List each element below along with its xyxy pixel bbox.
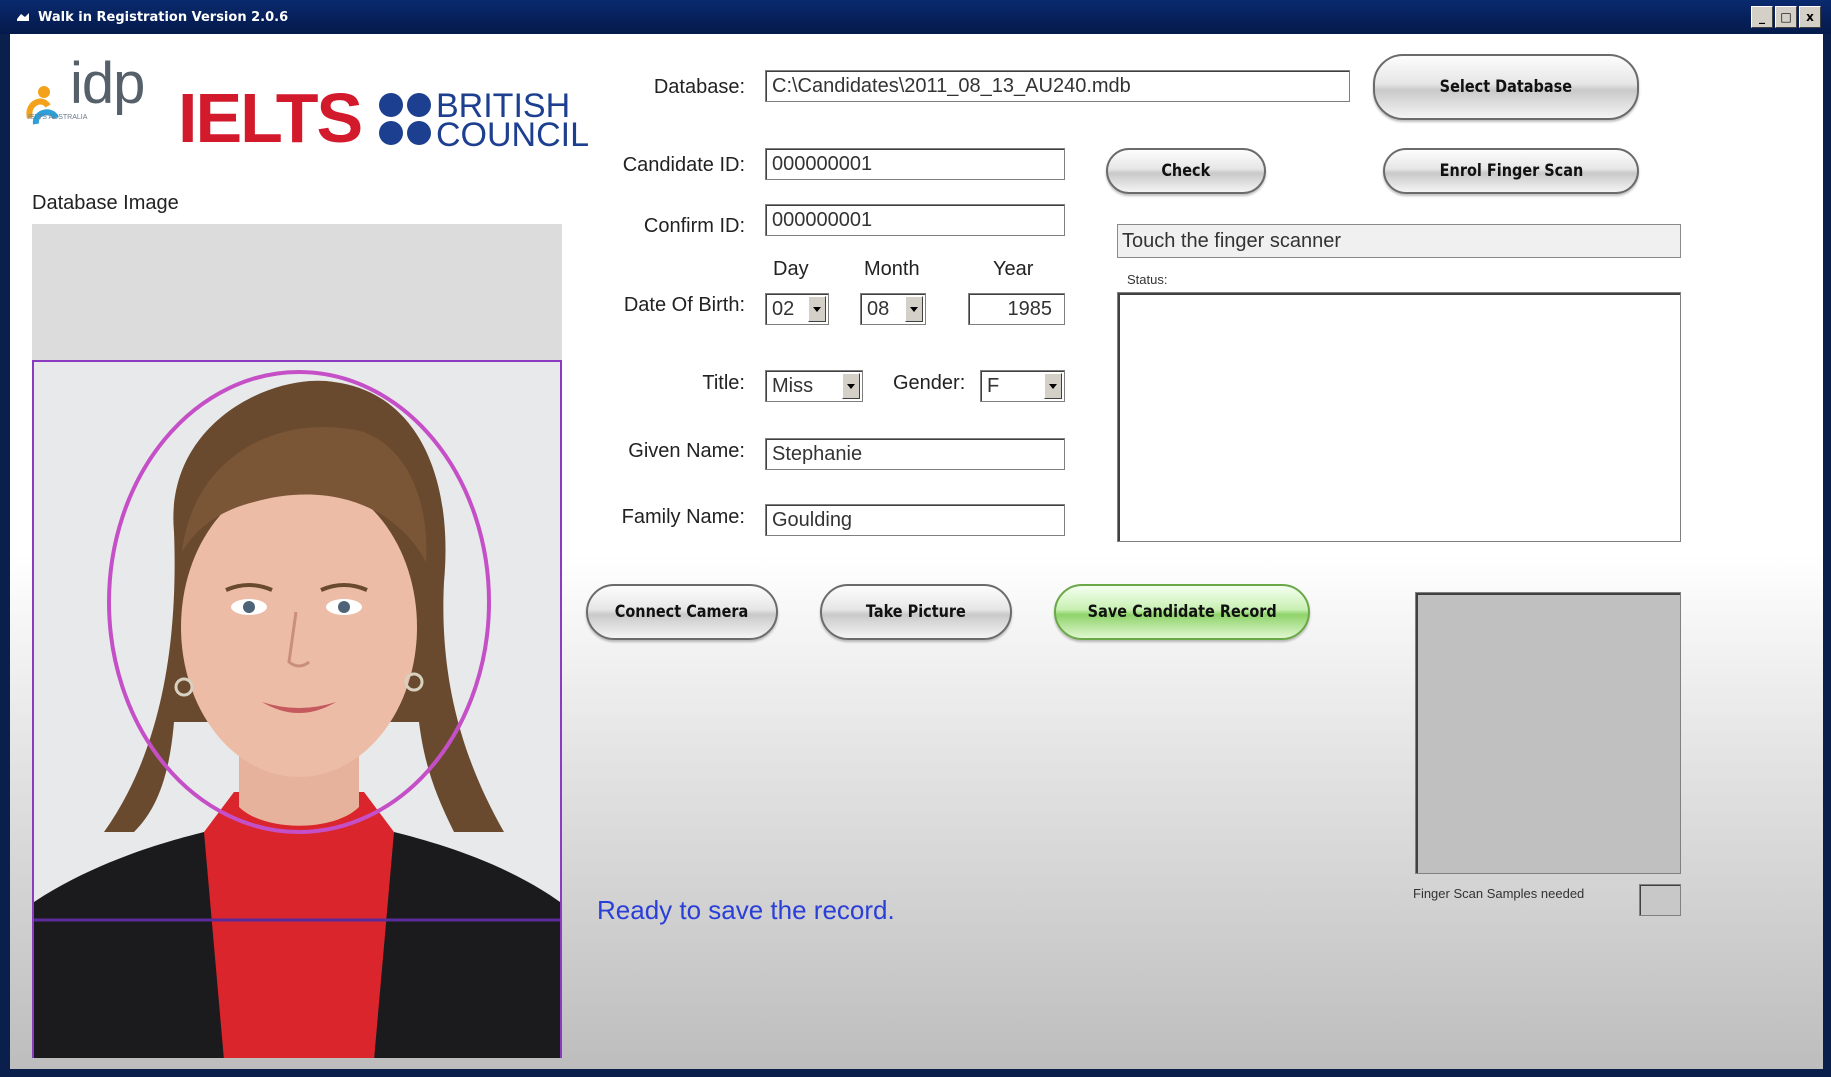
scanner-message-field: Touch the finger scanner [1117, 224, 1681, 258]
minimize-button[interactable]: _ [1751, 6, 1773, 28]
month-select[interactable]: 08 [860, 293, 926, 325]
candidate-photo-panel [32, 224, 562, 1058]
database-label: Database: [653, 76, 745, 98]
candidate-portrait-image [34, 362, 560, 1058]
day-select-value: 02 [772, 298, 795, 320]
database-image-label: Database Image [32, 192, 179, 214]
idp-logo-text: idp [70, 51, 145, 116]
british-council-line2: COUNCIL [436, 116, 590, 154]
chevron-down-icon[interactable] [1044, 373, 1062, 399]
given-name-label: Given Name: [628, 440, 745, 462]
title-bar[interactable]: Walk in Registration Version 2.0.6 _ □ x [0, 0, 1831, 34]
window-border-right [1823, 34, 1831, 1077]
status-textarea[interactable] [1117, 292, 1681, 542]
select-database-button-label: Select Database [1439, 77, 1573, 97]
photo-top-area [32, 224, 562, 360]
gender-select-value: F [987, 375, 1000, 397]
check-button[interactable]: Check [1106, 148, 1266, 194]
take-picture-button-label: Take Picture [865, 602, 967, 622]
window-controls: _ □ x [1751, 6, 1821, 28]
title-label: Title: [702, 372, 745, 394]
app-icon [17, 13, 29, 21]
save-candidate-record-button[interactable]: Save Candidate Record [1054, 584, 1310, 640]
day-label: Day [773, 258, 809, 280]
idp-logo-subtitle: IELTS AUSTRALIA [28, 114, 88, 121]
month-select-value: 08 [867, 298, 890, 320]
enrol-finger-scan-button[interactable]: Enrol Finger Scan [1383, 148, 1639, 194]
candidate-id-field[interactable]: 000000001 [765, 148, 1065, 180]
window-title: Walk in Registration Version 2.0.6 [38, 10, 289, 25]
connect-camera-button[interactable]: Connect Camera [586, 584, 778, 640]
idp-swirl-icon [26, 86, 59, 125]
database-path-field[interactable]: C:\Candidates\2011_08_13_AU240.mdb [765, 70, 1350, 102]
candidate-id-label: Candidate ID: [622, 154, 745, 176]
finger-scan-samples-label: Finger Scan Samples needed [1413, 886, 1585, 901]
gender-select[interactable]: F [980, 370, 1065, 402]
take-picture-button[interactable]: Take Picture [820, 584, 1012, 640]
save-candidate-record-button-label: Save Candidate Record [1087, 602, 1277, 622]
application-window: Walk in Registration Version 2.0.6 _ □ x… [0, 0, 1831, 1077]
chevron-down-icon[interactable] [842, 373, 860, 399]
family-name-label: Family Name: [621, 506, 745, 528]
check-button-label: Check [1161, 161, 1211, 181]
chevron-down-icon[interactable] [808, 296, 826, 322]
idp-logo: idp IELTS AUSTRALIA [22, 50, 152, 140]
candidate-photo [32, 360, 562, 1058]
british-council-dots-icon [379, 93, 431, 145]
chevron-down-icon[interactable] [905, 296, 923, 322]
window-border-left [0, 34, 10, 1077]
status-message: Ready to save the record. [597, 895, 895, 925]
gender-label: Gender: [893, 372, 966, 394]
status-label: Status: [1127, 272, 1168, 287]
maximize-button[interactable]: □ [1775, 6, 1797, 28]
window-border-bottom [0, 1069, 1831, 1077]
select-database-button[interactable]: Select Database [1373, 54, 1639, 120]
family-name-field[interactable]: Goulding [765, 504, 1065, 536]
connect-camera-button-label: Connect Camera [615, 602, 749, 622]
month-label: Month [864, 258, 920, 280]
confirm-id-field[interactable]: 000000001 [765, 204, 1065, 236]
day-select[interactable]: 02 [765, 293, 829, 325]
close-button[interactable]: x [1799, 6, 1821, 28]
ielts-logo: IELTS [178, 79, 363, 157]
title-select-value: Miss [772, 375, 814, 397]
title-select[interactable]: Miss [765, 370, 863, 402]
year-label: Year [993, 258, 1034, 280]
date-of-birth-label: Date Of Birth: [623, 294, 745, 316]
confirm-id-label: Confirm ID: [643, 215, 745, 237]
finger-scan-samples-field [1639, 884, 1681, 916]
british-council-logo-text: BRITISH COUNCIL [436, 89, 590, 154]
fingerprint-preview [1415, 592, 1681, 874]
enrol-finger-scan-button-label: Enrol Finger Scan [1439, 161, 1583, 181]
given-name-field[interactable]: Stephanie [765, 438, 1065, 470]
year-field[interactable]: 1985 [968, 293, 1065, 325]
